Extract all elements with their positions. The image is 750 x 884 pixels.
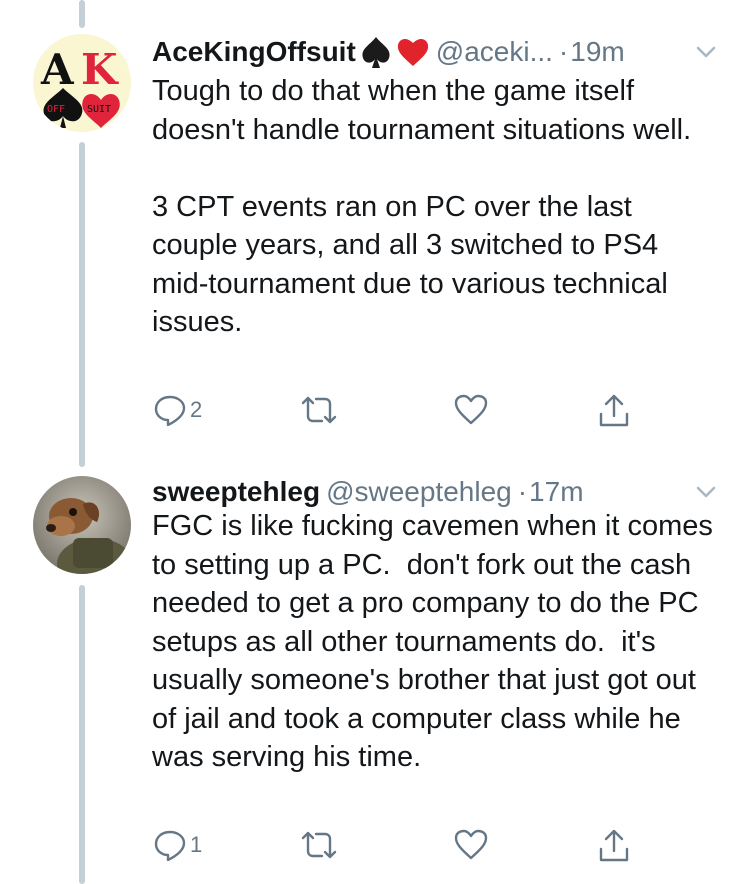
retweet-icon — [301, 831, 337, 859]
tweet-actions: 2 — [152, 394, 652, 434]
share-button[interactable] — [598, 394, 630, 428]
spade-emoji-icon — [360, 35, 392, 69]
like-button[interactable] — [454, 394, 488, 426]
reply-icon — [154, 395, 186, 426]
retweet-button[interactable] — [300, 394, 338, 426]
avatar[interactable] — [33, 476, 131, 574]
display-name[interactable]: AceKingOffsuit — [152, 36, 356, 68]
tweet-text: Tough to do that when the game itself do… — [152, 75, 692, 338]
chevron-down-icon[interactable] — [694, 480, 718, 504]
avatar[interactable]: A K OFF SUIT — [33, 34, 131, 132]
heart-icon — [454, 394, 488, 425]
avatar-off-text: OFF — [47, 104, 65, 115]
retweet-icon — [301, 396, 337, 424]
display-name[interactable]: sweeptehleg — [152, 476, 320, 508]
tweet-sweeptehleg[interactable]: sweeptehleg @sweeptehleg · 17m FGC is li… — [0, 462, 750, 884]
dog-photo-avatar-icon — [33, 476, 131, 574]
reply-count: 2 — [190, 397, 203, 422]
share-icon — [599, 394, 629, 427]
heart-icon — [454, 829, 488, 860]
separator-dot: · — [558, 36, 569, 67]
handle[interactable]: @aceki... — [436, 36, 553, 68]
avatar-suit-text: SUIT — [87, 104, 111, 115]
ak-offsuit-logo-icon: A K OFF SUIT — [33, 34, 131, 132]
tweet-header: sweeptehleg @sweeptehleg · 17m — [152, 472, 584, 512]
handle[interactable]: @sweeptehleg — [326, 476, 512, 508]
like-button[interactable] — [454, 829, 488, 861]
chevron-down-icon[interactable] — [694, 40, 718, 64]
timestamp[interactable]: 17m — [529, 476, 583, 508]
reply-icon — [154, 830, 186, 861]
heart-emoji-icon — [396, 36, 430, 68]
separator-dot: · — [517, 476, 528, 507]
svg-text:A: A — [40, 45, 75, 94]
reply-button[interactable]: 1 — [154, 829, 202, 861]
share-icon — [599, 829, 629, 862]
tweet-acekingoffsuit[interactable]: A K OFF SUIT AceKingOffsuit @aceki... · … — [0, 0, 750, 460]
share-button[interactable] — [598, 829, 630, 863]
tweet-actions: 1 — [152, 829, 652, 869]
retweet-button[interactable] — [300, 829, 338, 861]
reply-button[interactable]: 2 — [154, 394, 202, 426]
tweet-header: AceKingOffsuit @aceki... · 19m — [152, 32, 625, 72]
reply-count: 1 — [190, 832, 203, 857]
svg-text:K: K — [81, 45, 119, 94]
timestamp[interactable]: 19m — [570, 36, 624, 68]
tweet-text: FGC is like fucking cavemen when it come… — [152, 510, 721, 773]
